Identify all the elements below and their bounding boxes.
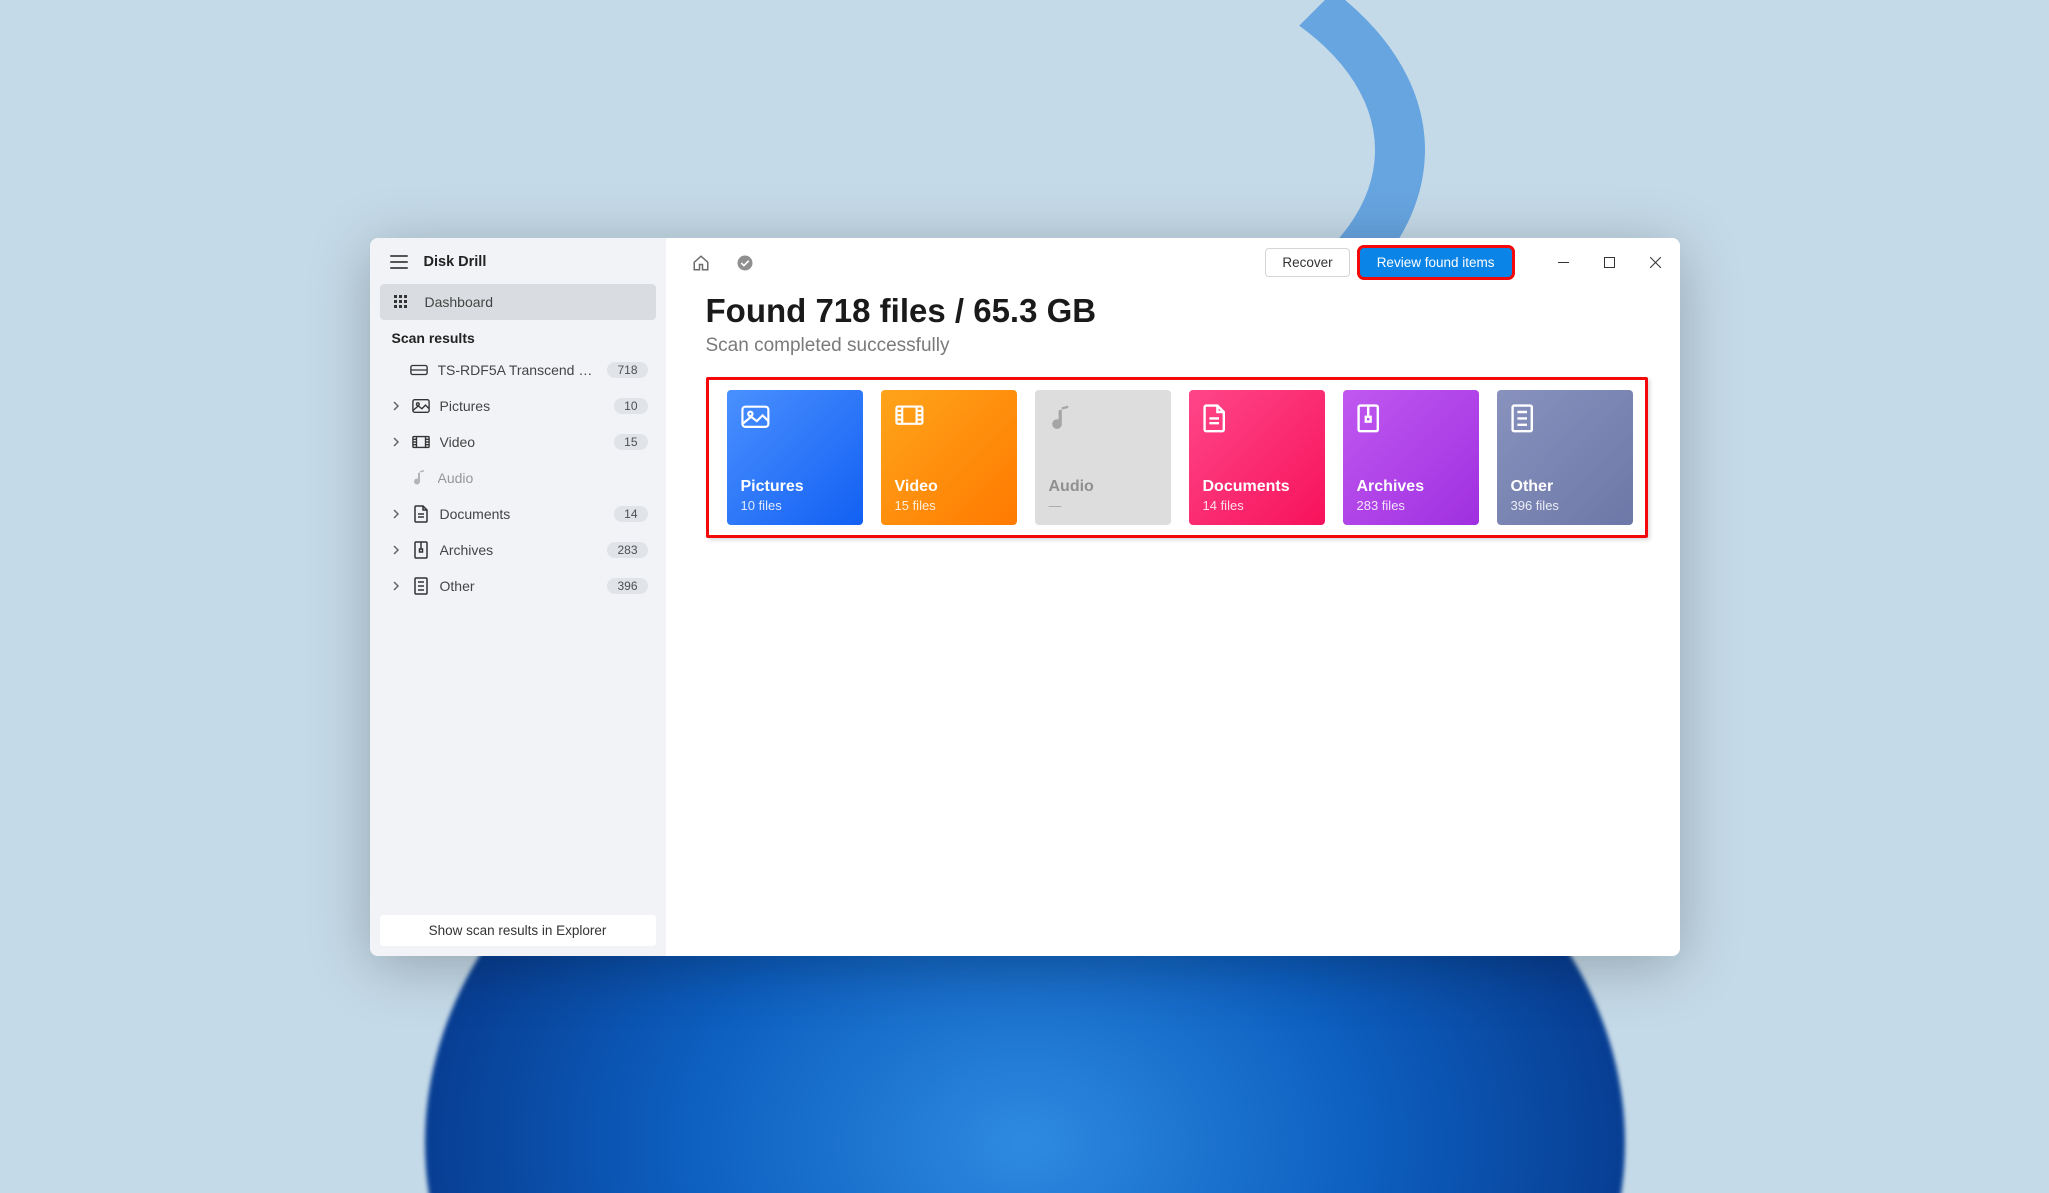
- category-card-documents[interactable]: Documents 14 files: [1189, 390, 1325, 525]
- review-found-items-button[interactable]: Review found items: [1360, 248, 1512, 277]
- app-window: Disk Drill Dashboard Scan results TS-RDF…: [370, 238, 1680, 956]
- sidebar-item-label: Dashboard: [425, 294, 494, 310]
- sidebar-item-label: TS-RDF5A Transcend US…: [438, 362, 598, 378]
- card-title: Pictures: [741, 478, 849, 496]
- sidebar-item-label: Pictures: [440, 398, 605, 414]
- category-card-audio[interactable]: Audio —: [1035, 390, 1171, 525]
- count-badge: 15: [614, 434, 647, 450]
- window-controls: [1542, 248, 1678, 278]
- close-button[interactable]: [1634, 248, 1678, 278]
- sidebar-footer: Show scan results in Explorer: [370, 905, 666, 956]
- audio-icon: [410, 469, 428, 487]
- category-card-archives[interactable]: Archives 283 files: [1343, 390, 1479, 525]
- sidebar-tree: TS-RDF5A Transcend US… 718 Pictures 10 Video…: [380, 352, 656, 604]
- count-badge: 10: [614, 398, 647, 414]
- recover-button[interactable]: Recover: [1265, 248, 1349, 277]
- card-subtitle: 14 files: [1203, 498, 1311, 513]
- main-panel: Recover Review found items Found 718 fil…: [666, 238, 1680, 956]
- card-subtitle: —: [1049, 498, 1157, 513]
- other-icon: [1511, 404, 1547, 440]
- sidebar-section-header: Scan results: [380, 320, 656, 352]
- sidebar-item-label: Documents: [440, 506, 605, 522]
- maximize-button[interactable]: [1588, 248, 1632, 278]
- archive-icon: [412, 541, 430, 559]
- sidebar-item-ts-rdf5a-transcend-us[interactable]: TS-RDF5A Transcend US… 718: [380, 352, 656, 388]
- content: Found 718 files / 65.3 GB Scan completed…: [666, 288, 1680, 558]
- count-badge: 396: [607, 578, 647, 594]
- card-title: Archives: [1357, 478, 1465, 496]
- count-badge: 718: [607, 362, 647, 378]
- card-subtitle: 396 files: [1511, 498, 1619, 513]
- card-title: Audio: [1049, 478, 1157, 496]
- chevron-right-icon: [390, 544, 402, 556]
- sidebar-item-label: Other: [440, 578, 598, 594]
- document-icon: [412, 505, 430, 523]
- sidebar-item-label: Audio: [438, 470, 648, 486]
- chevron-right-icon: [390, 580, 402, 592]
- card-title: Other: [1511, 478, 1619, 496]
- category-cards-row: Pictures 10 files Video 15 files Audio — Docum…: [706, 377, 1648, 538]
- sidebar-item-video[interactable]: Video 15: [380, 424, 656, 460]
- app-title: Disk Drill: [424, 254, 487, 270]
- sidebar-item-archives[interactable]: Archives 283: [380, 532, 656, 568]
- sidebar-item-label: Archives: [440, 542, 598, 558]
- chevron-right-icon: [390, 508, 402, 520]
- audio-icon: [1049, 404, 1085, 440]
- sidebar: Disk Drill Dashboard Scan results TS-RDF…: [370, 238, 666, 956]
- card-subtitle: 10 files: [741, 498, 849, 513]
- count-badge: 14: [614, 506, 647, 522]
- show-in-explorer-button[interactable]: Show scan results in Explorer: [380, 915, 656, 946]
- page-title: Found 718 files / 65.3 GB: [706, 292, 1648, 330]
- archive-icon: [1357, 404, 1393, 440]
- card-subtitle: 15 files: [895, 498, 1003, 513]
- sidebar-menu: Dashboard Scan results TS-RDF5A Transcen…: [370, 284, 666, 905]
- card-title: Video: [895, 478, 1003, 496]
- sidebar-item-label: Video: [440, 434, 605, 450]
- sidebar-item-documents[interactable]: Documents 14: [380, 496, 656, 532]
- category-card-video[interactable]: Video 15 files: [881, 390, 1017, 525]
- video-icon: [412, 433, 430, 451]
- card-title: Documents: [1203, 478, 1311, 496]
- drive-icon: [410, 361, 428, 379]
- chevron-right-icon: [390, 436, 402, 448]
- home-icon[interactable]: [690, 252, 712, 274]
- picture-icon: [412, 397, 430, 415]
- minimize-button[interactable]: [1542, 248, 1586, 278]
- grid-icon: [392, 293, 410, 311]
- sidebar-header: Disk Drill: [370, 238, 666, 284]
- card-subtitle: 283 files: [1357, 498, 1465, 513]
- sidebar-item-dashboard[interactable]: Dashboard: [380, 284, 656, 320]
- category-card-other[interactable]: Other 396 files: [1497, 390, 1633, 525]
- check-badge-icon[interactable]: [734, 252, 756, 274]
- picture-icon: [741, 404, 777, 440]
- page-subtitle: Scan completed successfully: [706, 335, 1648, 357]
- sidebar-item-pictures[interactable]: Pictures 10: [380, 388, 656, 424]
- count-badge: 283: [607, 542, 647, 558]
- sidebar-item-audio[interactable]: Audio: [380, 460, 656, 496]
- document-icon: [1203, 404, 1239, 440]
- other-icon: [412, 577, 430, 595]
- category-card-pictures[interactable]: Pictures 10 files: [727, 390, 863, 525]
- hamburger-icon[interactable]: [390, 255, 408, 269]
- sidebar-item-other[interactable]: Other 396: [380, 568, 656, 604]
- toolbar: Recover Review found items: [666, 238, 1680, 288]
- chevron-right-icon: [390, 400, 402, 412]
- video-icon: [895, 404, 931, 440]
